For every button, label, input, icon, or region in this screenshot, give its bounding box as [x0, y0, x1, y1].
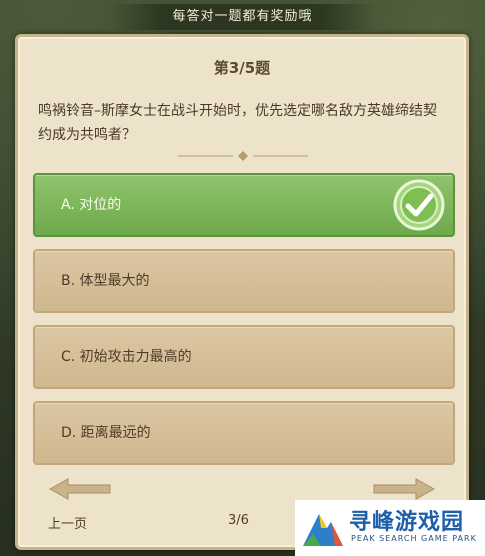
prev-page-button[interactable]: 上一页 — [48, 513, 87, 532]
option-a-label: A. 对位的 — [61, 197, 122, 213]
option-c-label: C. 初始攻击力最高的 — [61, 349, 192, 365]
option-d-label: D. 距离最远的 — [61, 425, 151, 441]
option-b-button[interactable]: B. 体型最大的 — [33, 249, 455, 313]
reward-banner: 每答对一题都有奖励哦 — [110, 4, 375, 30]
page-indicator: 3/6 — [228, 513, 249, 528]
quiz-panel: 第3/5题 鸣祸铃音–斯摩女士在战斗开始时，优先选定哪名敌方英雄缔结契约成为共鸣… — [15, 34, 469, 550]
watermark-logo: 寻峰游戏园 PEAK SEARCH GAME PARK — [295, 500, 485, 556]
option-b-label: B. 体型最大的 — [61, 273, 150, 289]
correct-check-icon — [393, 179, 445, 231]
prev-arrow-icon[interactable] — [48, 477, 112, 501]
watermark-subtitle: PEAK SEARCH GAME PARK — [351, 534, 477, 543]
next-arrow-icon[interactable] — [372, 477, 436, 501]
watermark-title: 寻峰游戏园 — [349, 510, 465, 535]
option-d-button[interactable]: D. 距离最远的 — [33, 401, 455, 465]
ornament-divider — [178, 151, 308, 161]
question-text: 鸣祸铃音–斯摩女士在战斗开始时，优先选定哪名敌方英雄缔结契约成为共鸣者？ — [38, 103, 437, 143]
option-c-button[interactable]: C. 初始攻击力最高的 — [33, 325, 455, 389]
question-number: 第3/5题 — [213, 59, 271, 77]
option-a-button[interactable]: A. 对位的 — [33, 173, 455, 237]
mountain-logo-icon — [303, 514, 343, 546]
